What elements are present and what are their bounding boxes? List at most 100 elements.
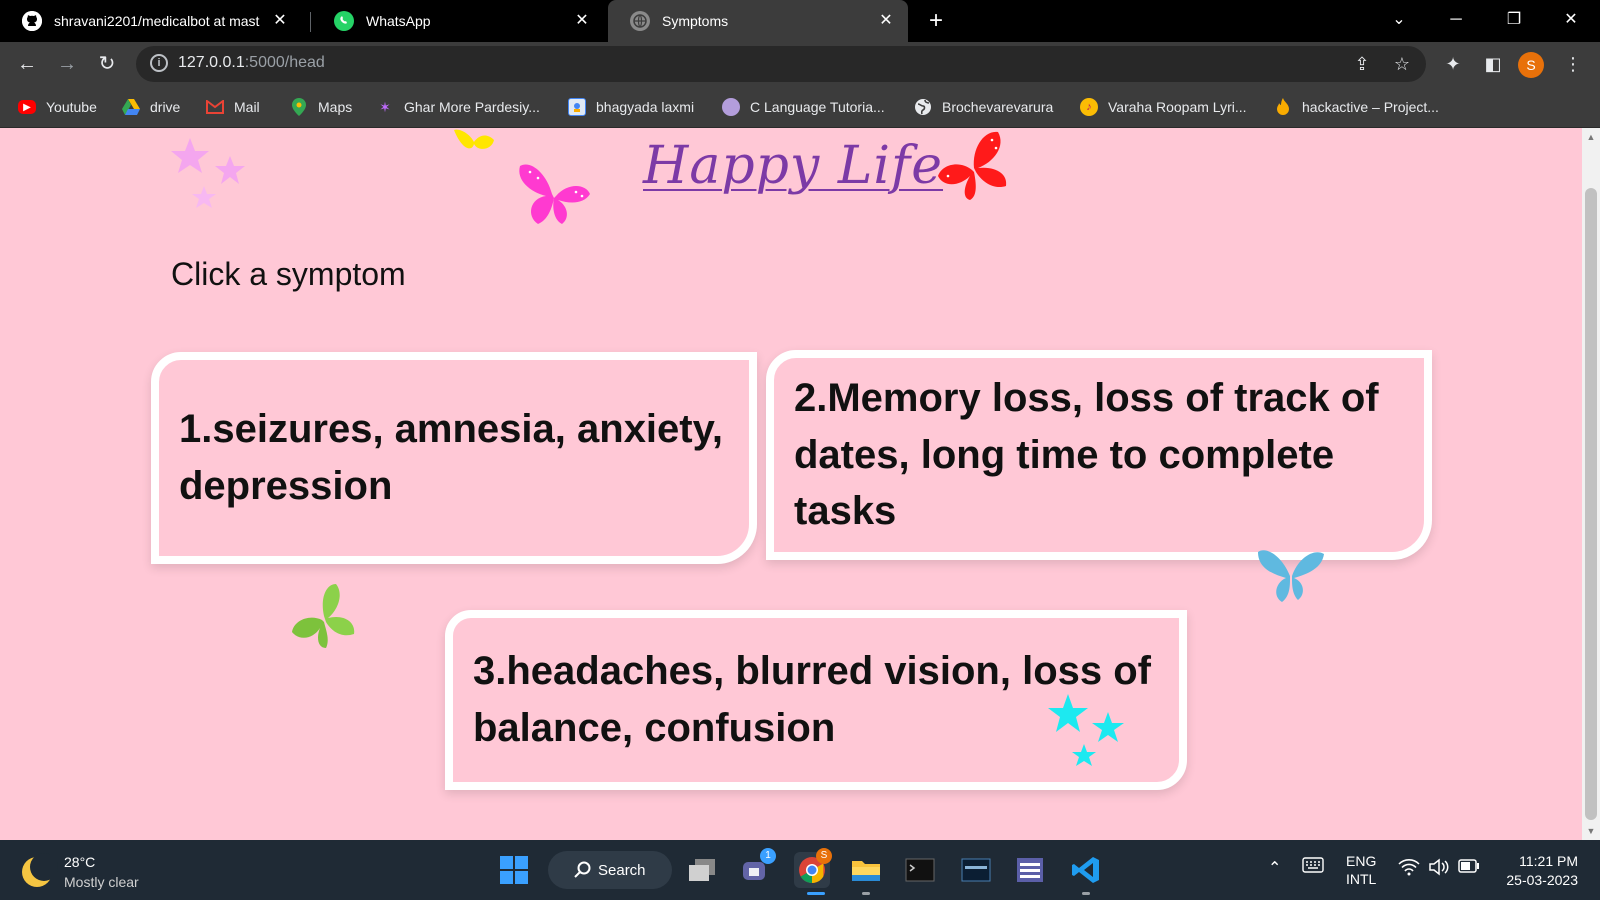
bookmark-hackactive[interactable]: hackactive – Project... xyxy=(1274,96,1439,118)
tab-separator xyxy=(310,12,311,32)
extensions-icon[interactable]: ✦ xyxy=(1440,51,1466,77)
file-explorer-icon[interactable] xyxy=(848,852,884,888)
close-icon[interactable]: ✕ xyxy=(876,11,896,31)
tab-whatsapp[interactable]: WhatsApp ✕ xyxy=(312,0,604,42)
bookmark-mail[interactable]: Mail xyxy=(206,96,260,118)
bookmark-label: Mail xyxy=(234,99,260,115)
share-icon[interactable]: ⇪ xyxy=(1350,52,1374,76)
avatar-icon xyxy=(722,98,740,116)
battery-icon[interactable] xyxy=(1458,859,1480,876)
bookmark-youtube[interactable]: ▶ Youtube xyxy=(18,96,97,118)
menu-icon[interactable]: ⋮ xyxy=(1560,51,1586,77)
page-scrollbar[interactable]: ▲ ▼ xyxy=(1582,128,1600,840)
terminal-icon[interactable] xyxy=(902,852,938,888)
tab-symptoms[interactable]: Symptoms ✕ xyxy=(608,0,908,42)
taskbar-search[interactable]: Search xyxy=(548,851,672,889)
close-icon[interactable]: ✕ xyxy=(572,11,592,31)
weather-widget[interactable]: 28°C Mostly clear xyxy=(22,852,139,892)
mysql-icon[interactable] xyxy=(958,852,994,888)
volume-icon[interactable] xyxy=(1428,858,1450,879)
bookmark-bhagyada[interactable]: bhagyada laxmi xyxy=(568,96,694,118)
bookmark-label: Maps xyxy=(318,99,353,115)
window-close-icon[interactable]: ✕ xyxy=(1556,8,1586,32)
back-icon[interactable]: ← xyxy=(13,50,41,78)
url-text[interactable]: 127.0.0.1:5000/head xyxy=(178,54,325,72)
symptom-text: 2.Memory loss, loss of track of dates, l… xyxy=(794,375,1379,534)
chrome-active-indicator xyxy=(807,892,825,895)
star-icon[interactable]: ☆ xyxy=(1390,52,1414,76)
bookmark-label: bhagyada laxmi xyxy=(596,99,695,115)
database-tool-icon[interactable] xyxy=(1012,852,1048,888)
address-bar[interactable]: i 127.0.0.1:5000/head ⇪ ☆ xyxy=(136,46,1426,82)
bookmark-brochevarevarura[interactable]: Brochevarevarura xyxy=(914,96,1053,118)
symptom-card-1[interactable]: 1.seizures, amnesia, anxiety, depression xyxy=(151,352,757,564)
tab-github[interactable]: shravani2201/medicalbot at mast ✕ xyxy=(0,0,302,42)
butterfly-magenta-icon xyxy=(519,164,590,224)
stars-decoration-cyan xyxy=(1048,694,1124,766)
music-icon: ♪ xyxy=(1080,98,1098,116)
butterfly-yellow-icon xyxy=(454,129,494,149)
chevron-up-icon[interactable]: ⌃ xyxy=(1268,858,1281,878)
scroll-up-icon[interactable]: ▲ xyxy=(1582,130,1600,144)
url-path: :5000/head xyxy=(244,54,325,71)
whatsapp-icon xyxy=(334,11,354,31)
weather-condition: Mostly clear xyxy=(64,874,139,890)
explorer-running-indicator xyxy=(862,892,870,895)
maps-icon xyxy=(290,98,308,116)
browser-toolbar: ← → ↻ i 127.0.0.1:5000/head ⇪ ☆ ✦ ◧ S ⋮ xyxy=(0,42,1600,86)
tab-strip: shravani2201/medicalbot at mast ✕ WhatsA… xyxy=(0,0,1600,42)
bookmark-maps[interactable]: Maps xyxy=(290,96,352,118)
vscode-running-indicator xyxy=(1082,892,1090,895)
system-clock[interactable]: 11:21 PM 25-03-2023 xyxy=(1498,852,1578,890)
symptom-text: 1.seizures, amnesia, anxiety, depression xyxy=(179,407,724,508)
bookmark-varaha-roopam[interactable]: ♪ Varaha Roopam Lyri... xyxy=(1080,96,1247,118)
new-tab-button[interactable]: + xyxy=(924,9,948,33)
drive-icon xyxy=(122,98,140,116)
weather-temperature: 28°C xyxy=(64,854,96,870)
side-panel-icon[interactable]: ◧ xyxy=(1480,51,1506,77)
github-icon xyxy=(22,11,42,31)
clock-time: 11:21 PM xyxy=(1519,853,1578,869)
bookmark-label: Brochevarevarura xyxy=(942,99,1054,115)
bookmark-label: Ghar More Pardesiy... xyxy=(404,99,540,115)
forward-icon[interactable]: → xyxy=(53,50,81,78)
youtube-icon: ▶ xyxy=(18,100,36,114)
bookmark-label: Varaha Roopam Lyri... xyxy=(1108,99,1247,115)
scroll-thumb[interactable] xyxy=(1585,188,1597,820)
flame-icon xyxy=(1274,98,1292,116)
tab-search-icon[interactable]: ⌄ xyxy=(1384,8,1414,32)
tab-title: shravani2201/medicalbot at mast xyxy=(54,13,260,29)
symptom-card-2[interactable]: 2.Memory loss, loss of track of dates, l… xyxy=(766,350,1432,560)
teams-icon[interactable]: 1 xyxy=(738,848,776,888)
stars-decoration-pink xyxy=(171,138,245,208)
close-icon[interactable]: ✕ xyxy=(270,11,290,31)
info-icon[interactable]: i xyxy=(150,54,168,72)
brand-title[interactable]: Happy Life xyxy=(643,136,943,196)
reload-icon[interactable]: ↻ xyxy=(93,50,121,78)
bookmark-label: drive xyxy=(150,99,181,115)
search-label: Search xyxy=(598,861,646,879)
language-indicator[interactable]: ENG INTL xyxy=(1346,852,1376,888)
bookmark-label: Youtube xyxy=(46,99,97,115)
tab-title: Symptoms xyxy=(662,13,729,29)
chrome-icon[interactable]: S xyxy=(794,848,832,888)
restore-icon[interactable]: ❐ xyxy=(1499,8,1529,32)
minimize-icon[interactable]: ─ xyxy=(1441,8,1471,32)
profile-avatar[interactable]: S xyxy=(1518,52,1544,78)
bookmark-label: C Language Tutoria... xyxy=(750,99,885,115)
bookmark-ghar-more[interactable]: ✶ Ghar More Pardesiy... xyxy=(376,96,540,118)
windows-start-icon[interactable] xyxy=(496,852,532,888)
bookmark-c-language[interactable]: C Language Tutoria... xyxy=(722,96,885,118)
wifi-icon[interactable] xyxy=(1398,858,1420,879)
bookmark-drive[interactable]: drive xyxy=(122,96,180,118)
tab-title: WhatsApp xyxy=(366,13,431,29)
bookmark-label: hackactive – Project... xyxy=(1302,99,1439,115)
page-heading: Click a symptom xyxy=(171,256,406,292)
task-view-icon[interactable] xyxy=(684,852,720,888)
vscode-icon[interactable] xyxy=(1068,852,1104,888)
butterfly-red-icon xyxy=(938,131,1007,200)
scroll-down-icon[interactable]: ▼ xyxy=(1582,824,1600,838)
sparkle-icon: ✶ xyxy=(379,98,391,115)
keyboard-icon[interactable] xyxy=(1302,856,1324,877)
globe-icon xyxy=(630,11,650,31)
